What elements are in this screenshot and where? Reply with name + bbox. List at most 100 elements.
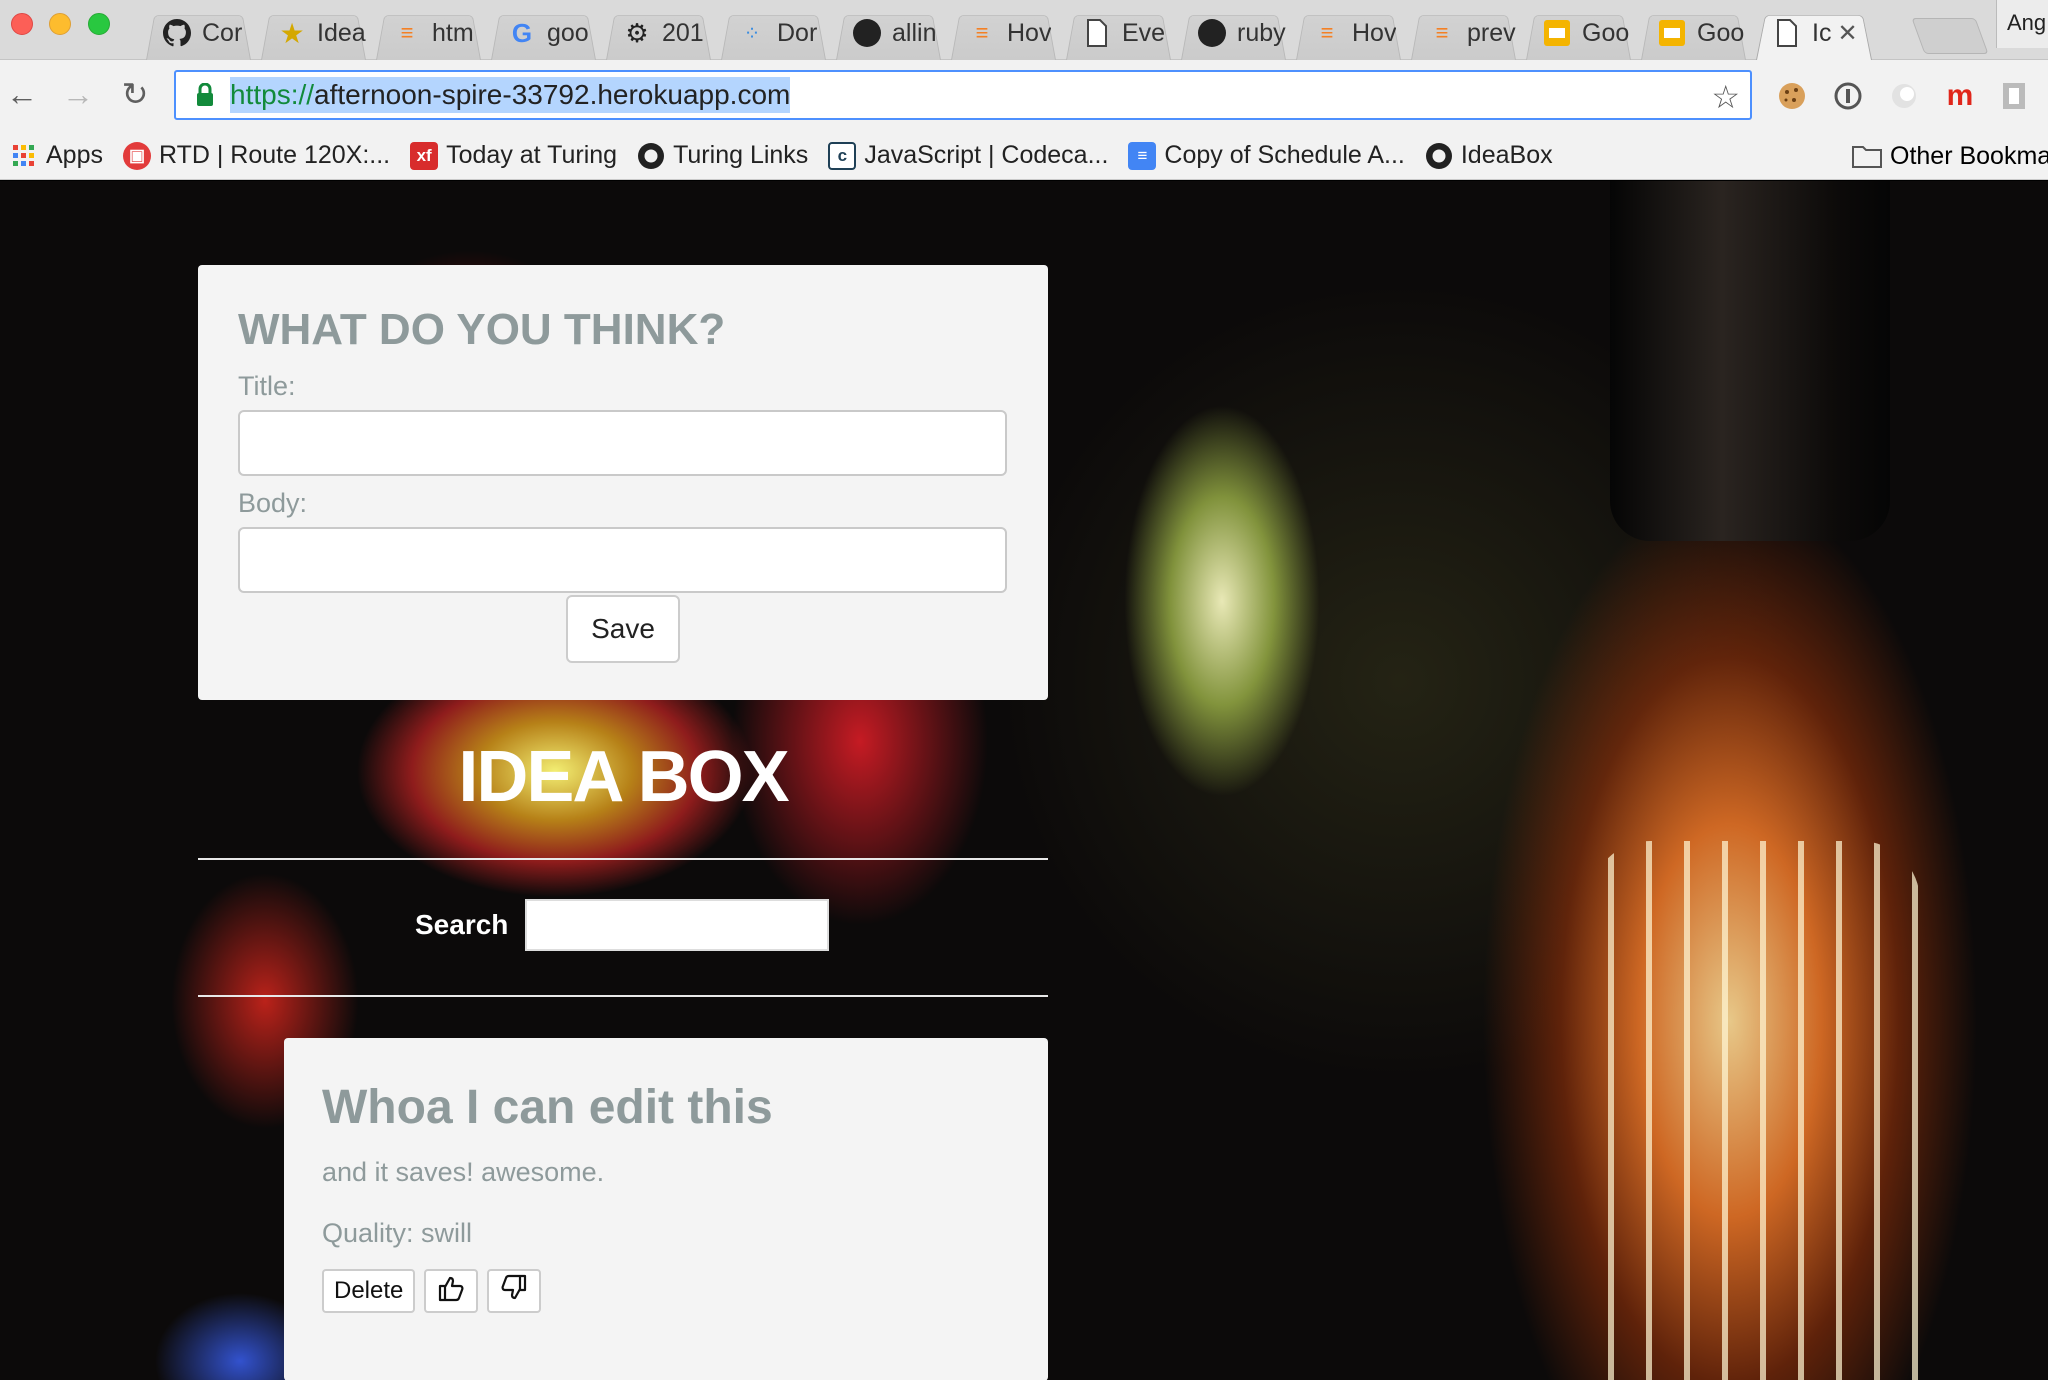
tab-2[interactable]: ★ Idea	[255, 6, 372, 60]
tab-13[interactable]: Goo	[1520, 6, 1637, 60]
close-window-button[interactable]	[11, 13, 33, 35]
tab-label: Hov	[1352, 18, 1397, 47]
github-icon	[1425, 142, 1453, 170]
reload-icon[interactable]: ↻	[117, 76, 153, 112]
docs-icon: ≡	[1128, 141, 1157, 170]
tab-3[interactable]: ≡ htm	[370, 6, 487, 60]
lock-icon	[190, 80, 220, 110]
bookmark-today-at-turing[interactable]: xf Today at Turing	[410, 141, 617, 170]
upvote-button[interactable]	[424, 1269, 479, 1313]
tab-14[interactable]: Goo	[1635, 6, 1752, 60]
tab-9[interactable]: Eve	[1060, 6, 1177, 60]
gear-icon: ⚙	[625, 17, 649, 48]
bookmark-apps[interactable]: Apps	[10, 141, 103, 170]
tab-label: Idea	[317, 18, 366, 47]
idea-form: WHAT DO YOU THINK? Title: Body: Save	[198, 265, 1048, 700]
tab-6[interactable]: ⁘ Dor	[715, 6, 832, 60]
new-tab-button[interactable]	[1911, 18, 1989, 54]
slides-icon	[1542, 18, 1572, 48]
url-text: https://afternoon-spire-33792.herokuapp.…	[230, 77, 791, 113]
bookmark-schedule[interactable]: ≡ Copy of Schedule A...	[1128, 141, 1405, 170]
divider	[198, 858, 1048, 860]
bookmark-codecademy[interactable]: c JavaScript | Codeca...	[828, 141, 1108, 170]
info-extension-icon[interactable]	[1832, 80, 1864, 112]
stackoverflow-icon: ≡	[975, 20, 989, 45]
tab-label: Goo	[1697, 18, 1745, 47]
app-title: IDEA BOX	[458, 737, 789, 817]
thumbs-up-icon	[436, 1273, 466, 1310]
search-label: Search	[415, 909, 509, 940]
maximize-window-button[interactable]	[88, 13, 110, 35]
pocket-extension-icon[interactable]	[1888, 80, 1920, 112]
tab-1[interactable]: Cor	[140, 6, 257, 60]
title-label: Title:	[238, 371, 296, 401]
bookmark-ideabox[interactable]: IdeaBox	[1425, 141, 1553, 170]
bookmark-label: JavaScript | Codeca...	[864, 141, 1109, 169]
back-arrow-icon[interactable]: ←	[4, 76, 40, 112]
tab-8[interactable]: ≡ Hov	[945, 6, 1062, 60]
close-tab-icon[interactable]: ✕	[1837, 19, 1857, 48]
light-bulb-filaments	[1590, 841, 1920, 1380]
delete-button[interactable]: Delete	[322, 1269, 416, 1313]
url-host: afternoon-spire-33792.herokuapp.com	[314, 79, 791, 110]
stackoverflow-icon: ≡	[400, 20, 414, 45]
page-icon	[1772, 18, 1802, 48]
stackoverflow-icon: ≡	[1320, 20, 1334, 45]
form-heading: WHAT DO YOU THINK?	[238, 305, 726, 354]
tab-4[interactable]: Ggoo	[485, 6, 602, 60]
tab-label: Ic	[1812, 18, 1832, 47]
apps-grid-icon	[10, 142, 38, 170]
tab-11[interactable]: ≡ Hov	[1290, 6, 1407, 60]
bookmark-star-icon[interactable]: ☆	[1711, 78, 1740, 116]
stackoverflow-icon: ≡	[1435, 20, 1449, 45]
divider	[198, 995, 1048, 997]
bookmarks-bar: Apps ▣ RTD | Route 120X:... xf Today at …	[0, 132, 2048, 180]
bookmark-label: Apps	[46, 141, 103, 169]
dots-icon: ⁘	[743, 22, 761, 45]
xf-icon: xf	[410, 141, 439, 170]
forward-arrow-icon[interactable]: →	[60, 76, 96, 112]
search-input[interactable]	[525, 899, 829, 951]
tab-active[interactable]: Ic ✕	[1750, 6, 1878, 60]
thumbs-down-icon	[499, 1273, 529, 1310]
title-input[interactable]	[238, 410, 1007, 476]
tab-12[interactable]: ≡ prev	[1405, 6, 1522, 60]
star-icon: ★	[279, 17, 305, 49]
save-button[interactable]: Save	[566, 595, 680, 663]
idea-title[interactable]: Whoa I can edit this	[322, 1080, 1010, 1135]
idea-body[interactable]: and it saves! awesome.	[322, 1157, 1010, 1188]
google-icon: G	[511, 17, 533, 48]
bookmark-label: Turing Links	[673, 141, 809, 169]
other-bookmarks-label: Other Bookma	[1890, 141, 2048, 170]
body-label: Body:	[238, 488, 308, 518]
tab-7[interactable]: allin	[830, 6, 947, 60]
tab-label: 201	[662, 18, 704, 47]
idea-actions: Delete	[322, 1269, 1010, 1313]
github-icon	[162, 18, 192, 48]
tab-label: goo	[547, 18, 589, 47]
bookmark-turing-links[interactable]: Turing Links	[637, 141, 808, 170]
m-extension-icon[interactable]: m	[1944, 79, 1976, 112]
tab-label: Cor	[202, 18, 243, 47]
github-icon	[637, 142, 665, 170]
body-input[interactable]	[238, 527, 1007, 593]
tab-label: ruby	[1237, 18, 1286, 47]
downvote-button[interactable]	[487, 1269, 542, 1313]
tab-label: htm	[432, 18, 474, 47]
counter-extension-icon[interactable]	[1998, 80, 2030, 112]
bookmark-label: RTD | Route 120X:...	[158, 141, 391, 169]
bookmark-rtd[interactable]: ▣ RTD | Route 120X:...	[122, 141, 391, 170]
tab-5[interactable]: ⚙ 201	[600, 6, 717, 60]
tab-10[interactable]: ruby	[1175, 6, 1292, 60]
bookmark-label: IdeaBox	[1460, 141, 1553, 169]
tab-strip: Cor ★ Idea ≡ htm Ggoo ⚙ 201 ⁘ Dor allin ≡ Hov…	[0, 0, 2048, 60]
github-icon	[1197, 18, 1227, 48]
cookie-icon[interactable]	[1776, 80, 1808, 112]
address-bar[interactable]: https://afternoon-spire-33792.herokuapp.…	[174, 70, 1752, 120]
page-content: WHAT DO YOU THINK? Title: Body: Save IDE…	[0, 181, 2048, 1380]
bus-icon: ▣	[122, 141, 151, 170]
profile-button[interactable]: Ang	[1996, 0, 2048, 48]
idea-card: Whoa I can edit this and it saves! aweso…	[284, 1038, 1048, 1380]
other-bookmarks[interactable]: Other Bookma	[1852, 132, 2048, 180]
minimize-window-button[interactable]	[49, 13, 71, 35]
